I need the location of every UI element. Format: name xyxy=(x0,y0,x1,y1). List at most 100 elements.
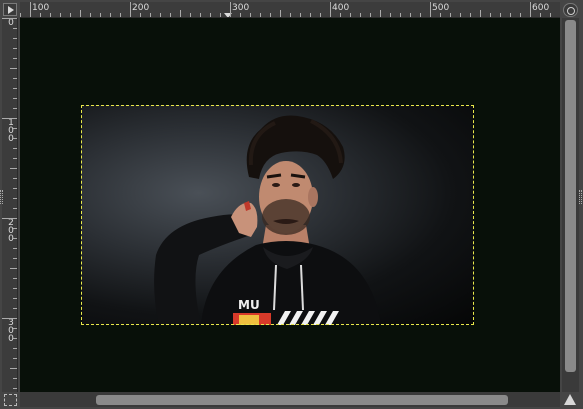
ruler-tick xyxy=(10,268,17,269)
ruler-tick xyxy=(330,2,331,17)
ruler-tick xyxy=(2,118,17,119)
ruler-tick xyxy=(360,13,361,17)
ruler-h-label: 500 xyxy=(432,3,450,13)
ruler-tick xyxy=(80,10,81,17)
ruler-tick xyxy=(50,13,51,17)
ruler-tick xyxy=(460,13,461,17)
navigate-icon[interactable] xyxy=(563,3,578,17)
horizontal-ruler[interactable]: 100 200 300 400 500 600 xyxy=(20,2,560,18)
ruler-tick xyxy=(13,178,17,179)
ruler-tick xyxy=(540,13,541,17)
ruler-tick xyxy=(2,218,17,219)
ruler-v-label: 0 xyxy=(8,18,14,28)
zoom-navigation-icon[interactable] xyxy=(563,393,578,407)
ruler-tick xyxy=(13,28,17,29)
ruler-tick xyxy=(240,13,241,17)
ruler-tick xyxy=(13,288,17,289)
ruler-tick xyxy=(13,138,17,139)
ruler-tick xyxy=(13,238,17,239)
ruler-tick xyxy=(510,13,511,17)
right-dock-handle[interactable] xyxy=(579,190,582,204)
ruler-tick xyxy=(2,318,17,319)
garment-print-text: MU xyxy=(238,298,260,312)
ruler-tick xyxy=(13,58,17,59)
vertical-scrollbar[interactable] xyxy=(562,18,579,392)
image-layer: MU xyxy=(81,105,474,325)
ruler-tick xyxy=(13,258,17,259)
ruler-tick xyxy=(13,348,17,349)
ruler-tick xyxy=(350,13,351,17)
ruler-tick xyxy=(13,78,17,79)
ruler-tick xyxy=(13,248,17,249)
ruler-v-label: 300 xyxy=(8,318,14,344)
ruler-h-label: 600 xyxy=(532,3,550,13)
ruler-tick xyxy=(13,108,17,109)
ruler-tick xyxy=(310,13,311,17)
ruler-tick xyxy=(270,13,271,17)
ruler-tick xyxy=(13,38,17,39)
image-window: 100 200 300 400 500 600 0 100 200 300 MU xyxy=(0,0,583,409)
ruler-tick xyxy=(480,10,481,17)
image-menu-button[interactable] xyxy=(3,3,17,16)
quick-mask-icon[interactable] xyxy=(4,394,17,406)
ruler-tick xyxy=(180,10,181,17)
ruler-tick xyxy=(13,188,17,189)
ruler-h-label: 100 xyxy=(32,3,50,13)
ruler-tick xyxy=(40,13,41,17)
ruler-v-label: 100 xyxy=(8,118,14,144)
ruler-tick xyxy=(13,358,17,359)
ruler-tick xyxy=(150,13,151,17)
ruler-tick xyxy=(320,13,321,17)
ruler-tick xyxy=(430,2,431,17)
ruler-tick xyxy=(260,13,261,17)
vertical-scroll-thumb[interactable] xyxy=(565,20,576,372)
left-dock-handle[interactable] xyxy=(0,190,3,204)
ruler-tick xyxy=(13,148,17,149)
ruler-tick xyxy=(10,68,17,69)
ruler-tick xyxy=(70,13,71,17)
ruler-tick xyxy=(300,13,301,17)
ruler-tick xyxy=(13,298,17,299)
ruler-tick xyxy=(200,13,201,17)
ruler-tick xyxy=(13,378,17,379)
ruler-h-label: 300 xyxy=(232,3,250,13)
ruler-tick xyxy=(13,88,17,89)
ruler-tick xyxy=(470,13,471,17)
ruler-tick xyxy=(60,13,61,17)
ruler-tick xyxy=(500,13,501,17)
ruler-tick xyxy=(110,13,111,17)
ruler-tick xyxy=(130,2,131,17)
ruler-tick xyxy=(13,338,17,339)
ruler-tick xyxy=(250,13,251,17)
horizontal-scrollbar[interactable] xyxy=(20,392,560,407)
ruler-tick xyxy=(10,368,17,369)
ruler-tick xyxy=(530,2,531,17)
ruler-h-label: 400 xyxy=(332,3,350,13)
ruler-tick xyxy=(13,228,17,229)
ruler-tick xyxy=(290,13,291,17)
ruler-tick xyxy=(2,18,17,19)
ruler-tick xyxy=(13,48,17,49)
ruler-tick xyxy=(13,278,17,279)
ruler-tick xyxy=(410,13,411,17)
ruler-tick xyxy=(20,13,21,17)
vertical-ruler[interactable]: 0 100 200 300 xyxy=(2,18,18,392)
ruler-tick xyxy=(13,198,17,199)
ruler-tick xyxy=(190,13,191,17)
portrait-photo: MU xyxy=(154,115,381,325)
ruler-tick xyxy=(13,208,17,209)
ruler-tick xyxy=(13,98,17,99)
ruler-tick xyxy=(140,13,141,17)
ruler-tick xyxy=(120,13,121,17)
image-canvas[interactable]: MU xyxy=(20,18,560,392)
ruler-v-label: 200 xyxy=(8,218,14,244)
horizontal-scroll-thumb[interactable] xyxy=(96,395,508,405)
ruler-tick xyxy=(380,10,381,17)
ruler-tick xyxy=(13,388,17,389)
ruler-tick xyxy=(90,13,91,17)
ruler-tick xyxy=(450,13,451,17)
ruler-tick xyxy=(390,13,391,17)
ruler-tick xyxy=(440,13,441,17)
ruler-tick xyxy=(10,168,17,169)
ruler-tick xyxy=(370,13,371,17)
